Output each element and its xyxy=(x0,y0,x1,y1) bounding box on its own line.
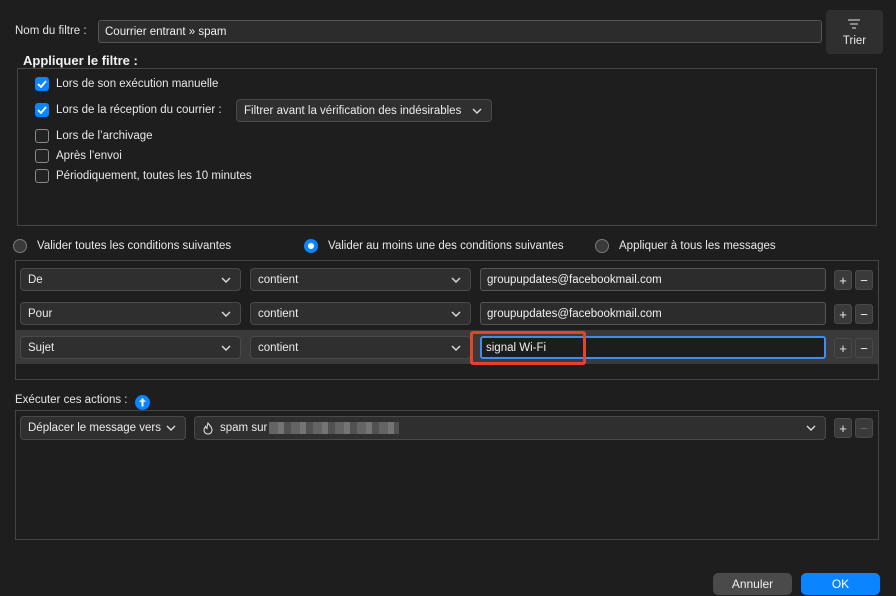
redacted-text xyxy=(269,422,400,434)
periodic-label: Périodiquement, toutes les 10 minutes xyxy=(56,170,252,182)
action-type-value: Déplacer le message vers xyxy=(28,422,161,434)
match-all-label: Valider toutes les conditions suivantes xyxy=(37,240,232,252)
destination-folder-value: spam sur xyxy=(220,422,268,434)
after-send-checkbox[interactable] xyxy=(35,149,49,163)
match-any-label: Valider au moins une des conditions suiv… xyxy=(328,240,564,252)
action-type-select[interactable]: Déplacer le message vers xyxy=(20,416,186,440)
add-condition-button[interactable]: + xyxy=(834,338,852,358)
on-receive-label: Lors de la réception du courrier : xyxy=(56,104,222,116)
condition-field-select[interactable]: De xyxy=(20,268,241,291)
chevron-down-icon xyxy=(221,311,231,317)
condition-operator-select[interactable]: contient xyxy=(250,336,471,359)
add-condition-button[interactable]: + xyxy=(834,270,852,290)
chevron-down-icon xyxy=(806,425,816,431)
periodic-checkbox[interactable] xyxy=(35,169,49,183)
condition-operator-select[interactable]: contient xyxy=(250,268,471,291)
chevron-down-icon xyxy=(451,311,461,317)
sort-button-label: Trier xyxy=(842,35,867,47)
checkmark-icon xyxy=(37,106,47,114)
remove-condition-button[interactable]: − xyxy=(855,304,873,324)
chevron-down-icon xyxy=(221,277,231,283)
info-glyph-icon xyxy=(139,398,146,407)
on-archive-checkbox[interactable] xyxy=(35,129,49,143)
condition-operator-select[interactable]: contient xyxy=(250,302,471,325)
apply-filter-group xyxy=(17,68,877,226)
condition-value-input[interactable]: groupupdates@facebookmail.com xyxy=(480,268,826,291)
match-every-message-label: Appliquer à tous les messages xyxy=(619,240,776,252)
remove-condition-button[interactable]: − xyxy=(855,338,873,358)
highlight-annotation xyxy=(470,331,586,365)
condition-field-select[interactable]: Pour xyxy=(20,302,241,325)
on-archive-label: Lors de l’archivage xyxy=(56,130,153,142)
condition-field-select[interactable]: Sujet xyxy=(20,336,241,359)
actions-label: Exécuter ces actions : xyxy=(15,394,128,406)
apply-filter-heading: Appliquer le filtre : xyxy=(23,53,138,68)
on-receive-checkbox[interactable] xyxy=(35,103,49,117)
chevron-down-icon xyxy=(451,277,461,283)
destination-folder-select[interactable]: spam sur xyxy=(194,416,826,440)
match-every-message-radio[interactable] xyxy=(595,239,609,253)
info-icon[interactable] xyxy=(135,395,150,410)
add-condition-button[interactable]: + xyxy=(834,304,852,324)
sort-button[interactable]: Trier xyxy=(826,10,883,54)
manual-run-label: Lors de son exécution manuelle xyxy=(56,78,219,90)
condition-operator-value: contient xyxy=(258,307,299,320)
chevron-down-icon xyxy=(472,108,482,114)
chevron-down-icon xyxy=(451,345,461,351)
match-all-radio[interactable] xyxy=(13,239,27,253)
remove-action-button: − xyxy=(855,418,873,438)
sort-lines-icon xyxy=(848,19,860,29)
remove-condition-button[interactable]: − xyxy=(855,270,873,290)
reception-timing-value: Filtrer avant la vérification des indési… xyxy=(244,104,462,117)
condition-field-value: Sujet xyxy=(28,341,55,354)
condition-value-input[interactable]: groupupdates@facebookmail.com xyxy=(480,302,826,325)
condition-operator-value: contient xyxy=(258,341,299,354)
reception-timing-select[interactable]: Filtrer avant la vérification des indési… xyxy=(236,99,492,122)
condition-field-value: De xyxy=(28,273,43,286)
add-action-button[interactable]: + xyxy=(834,418,852,438)
chevron-down-icon xyxy=(221,345,231,351)
after-send-label: Après l’envoi xyxy=(56,150,122,162)
match-any-radio[interactable] xyxy=(304,239,318,253)
manual-run-checkbox[interactable] xyxy=(35,77,49,91)
condition-field-value: Pour xyxy=(28,307,53,320)
checkmark-icon xyxy=(37,80,47,88)
chevron-down-icon xyxy=(166,425,176,431)
condition-operator-value: contient xyxy=(258,273,299,286)
filter-name-input[interactable]: Courrier entrant » spam xyxy=(98,20,822,43)
cancel-button[interactable]: Annuler xyxy=(713,573,792,595)
flame-folder-icon xyxy=(203,421,213,435)
ok-button[interactable]: OK xyxy=(801,573,880,595)
filter-name-label: Nom du filtre : xyxy=(15,25,87,37)
